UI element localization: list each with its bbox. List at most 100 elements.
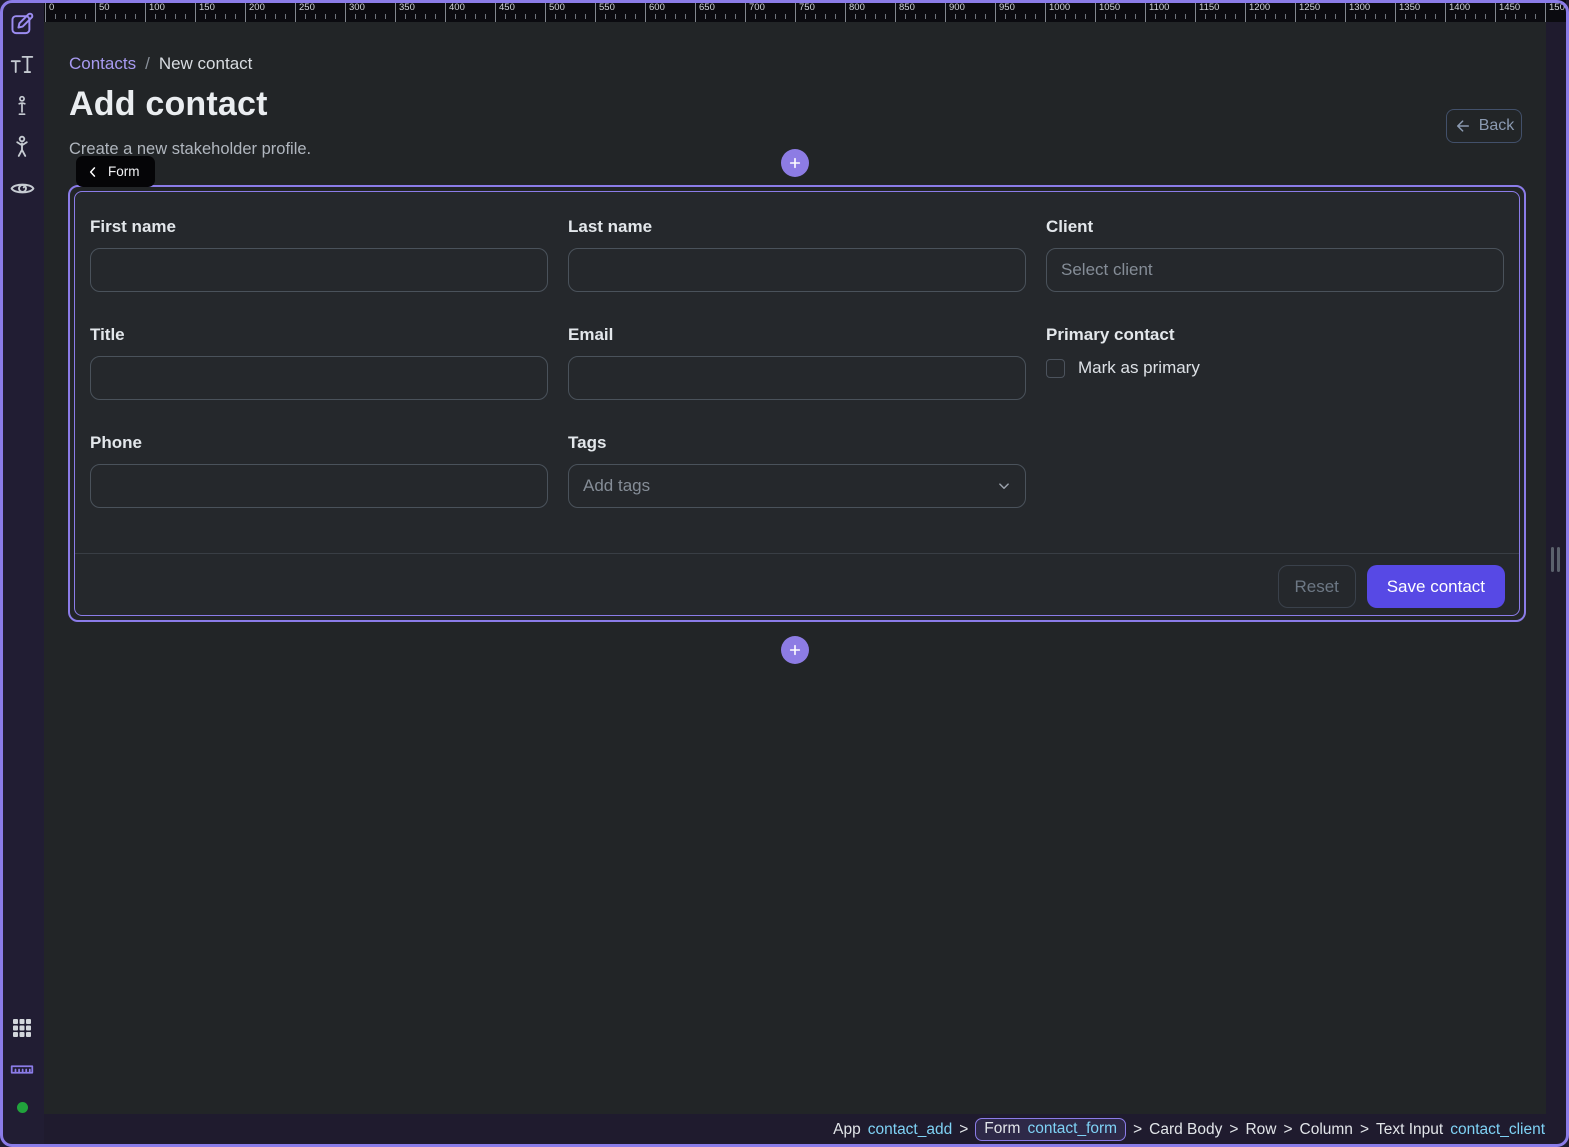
ruler-tick-major (945, 0, 946, 22)
field-label-phone: Phone (90, 433, 548, 453)
ruler-tick-label: 400 (449, 2, 465, 13)
ruler-tick-minor (1155, 14, 1156, 19)
edit-tool-button[interactable] (8, 10, 36, 38)
title-input[interactable] (90, 356, 548, 400)
client-input[interactable] (1046, 248, 1504, 292)
path-segment[interactable]: App (833, 1121, 861, 1139)
email-input[interactable] (568, 356, 1026, 400)
path-segment[interactable]: Form (984, 1120, 1020, 1138)
ruler-tick-minor (1285, 14, 1286, 19)
ruler-tick-minor (365, 14, 366, 19)
ruler-tick-major (1395, 0, 1396, 22)
primary-contact-checkbox[interactable] (1046, 359, 1065, 378)
ruler-tick-minor (355, 14, 356, 19)
ruler-tick-label: 600 (649, 2, 665, 13)
ruler-tick-minor (785, 14, 786, 19)
path-segment[interactable]: contact_add (868, 1121, 952, 1139)
path-segment[interactable]: contact_form (1027, 1120, 1117, 1138)
ruler-tick-label: 300 (349, 2, 365, 13)
form-selection-outline[interactable]: First nameLast nameClientTitleEmailPrima… (68, 185, 1526, 622)
path-segment-selected[interactable]: Form contact_form (975, 1118, 1126, 1141)
typography-tool-button[interactable] (8, 51, 36, 79)
ruler-tick-minor (165, 14, 166, 19)
ruler-tick-minor (1075, 14, 1076, 19)
ruler-tick-label: 1400 (1449, 2, 1470, 13)
ruler-tick-minor (415, 14, 416, 19)
tags-select[interactable]: Add tags (568, 464, 1026, 508)
ruler-tick-minor (1425, 14, 1426, 19)
ruler-tick-label: 1000 (1049, 2, 1070, 13)
ruler-toggle-button[interactable] (8, 1055, 36, 1083)
ruler-tick-label: 350 (399, 2, 415, 13)
field-label-title: Title (90, 325, 548, 345)
path-segment[interactable]: Row (1245, 1121, 1276, 1139)
selected-component-badge[interactable]: Form (76, 156, 155, 187)
ruler-tick-minor (855, 14, 856, 19)
ruler-tick-minor (915, 14, 916, 19)
primary-contact-checkbox-row[interactable]: Mark as primary (1046, 358, 1504, 378)
ruler-tick-minor (1535, 14, 1536, 19)
ruler-tick-minor (1355, 14, 1356, 19)
ruler-tick-minor (1375, 14, 1376, 19)
path-segment[interactable]: Text Input (1376, 1121, 1443, 1139)
ruler-tick-major (345, 0, 346, 22)
ruler-tick-minor (885, 14, 886, 19)
ruler-tick-minor (825, 14, 826, 19)
form-card-body: First nameLast nameClientTitleEmailPrima… (75, 192, 1519, 553)
ruler-tick-minor (1305, 14, 1306, 19)
path-segment[interactable]: Column (1300, 1121, 1353, 1139)
ruler-tick-major (1145, 0, 1146, 22)
ruler-tick-major (1195, 0, 1196, 22)
last-name-input[interactable] (568, 248, 1026, 292)
tags-placeholder: Add tags (583, 476, 650, 496)
breadcrumb-separator: / (145, 54, 150, 74)
ruler-tick-minor (905, 14, 906, 19)
save-contact-button[interactable]: Save contact (1367, 565, 1505, 608)
ruler-tick-minor (705, 14, 706, 19)
selected-component-label: Form (108, 164, 140, 179)
path-segment[interactable]: contact_client (1450, 1121, 1545, 1139)
field-label-email: Email (568, 325, 1026, 345)
ruler-tick-major (245, 0, 246, 22)
field-primary-contact: Primary contact Mark as primary (1046, 325, 1504, 400)
ruler-tick-minor (685, 14, 686, 19)
eye-preview-button[interactable] (8, 174, 36, 202)
back-button-label: Back (1479, 117, 1515, 135)
ruler-tick-minor (1065, 14, 1066, 19)
insert-component-above-button[interactable] (781, 149, 809, 177)
left-toolbar (0, 0, 44, 1147)
reset-button[interactable]: Reset (1278, 565, 1356, 608)
grid-apps-button[interactable] (8, 1014, 36, 1042)
chevron-down-icon (995, 477, 1013, 495)
info-person-tool-button[interactable] (8, 92, 36, 120)
ruler-tick-minor (115, 14, 116, 19)
field-label-primary-contact: Primary contact (1046, 325, 1504, 345)
info-person-icon (10, 94, 34, 118)
path-segment[interactable]: Card Body (1149, 1121, 1222, 1139)
form-card: First nameLast nameClientTitleEmailPrima… (74, 191, 1520, 616)
canvas-resize-handle[interactable] (1551, 547, 1560, 572)
first-name-input[interactable] (90, 248, 548, 292)
ruler-tick-minor (385, 14, 386, 19)
ruler-tick-minor (1035, 14, 1036, 19)
path-separator: > (1133, 1121, 1142, 1139)
ruler-tick-label: 1300 (1349, 2, 1370, 13)
ruler-tick-minor (965, 14, 966, 19)
ruler-tick-minor (585, 14, 586, 19)
ruler-tick-minor (455, 14, 456, 19)
phone-input[interactable] (90, 464, 548, 508)
ruler-tick-minor (175, 14, 176, 19)
back-button[interactable]: Back (1446, 109, 1522, 143)
breadcrumb-link-contacts[interactable]: Contacts (69, 54, 136, 74)
ruler-tick-minor (635, 14, 636, 19)
ruler-tick-minor (1105, 14, 1106, 19)
ruler-tick-minor (135, 14, 136, 19)
ruler-tick-minor (305, 14, 306, 19)
ruler-tick-label: 800 (849, 2, 865, 13)
ruler-tick-minor (865, 14, 866, 19)
ruler-tick-minor (485, 14, 486, 19)
ruler-tick-label: 50 (99, 2, 110, 13)
insert-component-below-button[interactable] (781, 636, 809, 664)
accessibility-tool-button[interactable] (8, 133, 36, 161)
ruler-tick-label: 550 (599, 2, 615, 13)
